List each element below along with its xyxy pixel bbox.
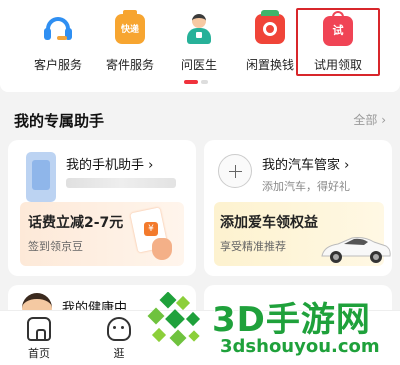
watermark-url: 3dshouyou.com <box>220 336 380 357</box>
tab-home-label: 首页 <box>28 347 50 360</box>
phone-bill-icon: ¥ <box>130 207 174 262</box>
express-service-label: 寄件服务 <box>105 58 154 72</box>
phone-thumbnail-icon <box>26 152 56 202</box>
phone-promo-title: 话费立减2-7元 <box>28 215 124 231</box>
customer-service-headset-icon <box>43 14 73 44</box>
add-car-plus-icon[interactable] <box>218 154 252 188</box>
car-promo-title: 添加爱车领权益 <box>220 215 318 231</box>
tab-home[interactable]: 首页 <box>14 317 64 361</box>
watermark-title: 3D手游网 <box>212 300 371 340</box>
trial-icon-text: 试 <box>332 24 344 37</box>
assistant-section-title: 我的专属助手 <box>14 112 105 130</box>
ask-doctor-label: 问医生 <box>180 58 217 72</box>
watermark-logo-icon <box>147 292 201 347</box>
car-assistant-name: 我的汽车管家 › <box>262 158 350 173</box>
home-icon <box>27 317 51 341</box>
page-indicator-active <box>184 80 198 84</box>
phone-assistant-name: 我的手机助手 › <box>66 158 154 173</box>
page-indicator-inactive <box>201 80 208 84</box>
car-assistant-subtitle: 添加汽车，得好礼 <box>262 180 350 193</box>
stroll-icon <box>107 317 131 341</box>
customer-service-label: 客户服务 <box>33 58 82 72</box>
phone-assistant-card[interactable]: 我的手机助手 › 话费立减2-7元 签到领京豆 ¥ <box>8 140 196 276</box>
trial-bag-icon: 试 <box>323 11 353 46</box>
trial-claim-button[interactable]: 试 试用领取 <box>296 8 380 76</box>
car-benefit-promo[interactable]: 添加爱车领权益 享受精准推荐 <box>214 202 391 266</box>
express-package-icon: 快递 <box>115 10 145 44</box>
watermark: 3D手游网 3dshouyou.com <box>140 290 400 365</box>
recycle-money-icon <box>255 10 285 44</box>
sports-car-icon <box>321 237 391 263</box>
page-indicator <box>184 80 214 84</box>
ask-doctor-button[interactable]: 问医生 <box>161 12 237 78</box>
tab-stroll-label: 逛 <box>113 347 125 360</box>
customer-service-button[interactable]: 客户服务 <box>20 12 96 78</box>
yuan-coin-icon: ¥ <box>144 222 158 236</box>
phone-promo-subtitle: 签到领京豆 <box>28 240 83 253</box>
blurred-subtitle <box>66 178 176 188</box>
assistant-all-link[interactable]: 全部 › <box>353 111 386 128</box>
doctor-icon <box>184 14 214 44</box>
express-icon-text: 快递 <box>120 25 139 35</box>
trial-claim-label: 试用领取 <box>313 58 362 72</box>
phone-bill-promo[interactable]: 话费立减2-7元 签到领京豆 ¥ <box>20 202 184 266</box>
services-panel: 客户服务 快递 寄件服务 问医生 闲置换钱 试 试用领取 <box>0 0 400 92</box>
tab-stroll[interactable]: 逛 <box>94 317 144 361</box>
express-service-button[interactable]: 快递 寄件服务 <box>92 10 168 78</box>
car-promo-subtitle: 享受精准推荐 <box>220 240 286 253</box>
car-assistant-card[interactable]: 我的汽车管家 › 添加汽车，得好礼 添加爱车领权益 享受精准推荐 <box>204 140 392 276</box>
